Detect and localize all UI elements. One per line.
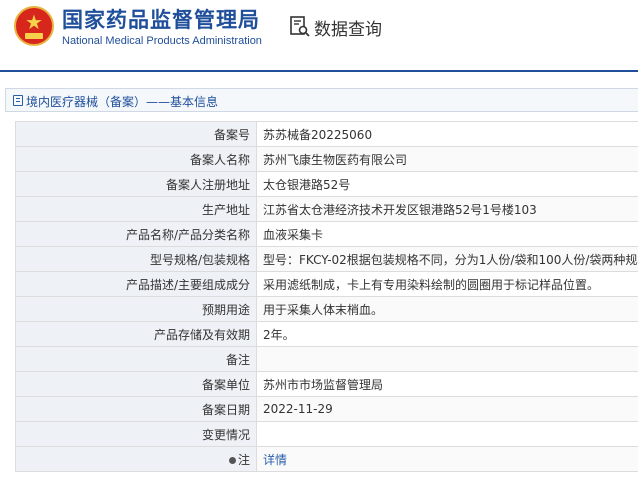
site-header: ★ 国家药品监督管理局 National Medical Products Ad… (0, 0, 638, 70)
row-label-filing-date: 备案日期 (15, 396, 257, 422)
table-row: 备案号 苏苏械备20225060 (15, 121, 638, 147)
table-row: 备案日期 2022-11-29 (15, 396, 638, 422)
row-label-production-address: 生产地址 (15, 196, 257, 222)
document-icon (13, 95, 23, 106)
table-row: 产品名称/产品分类名称 血液采集卡 (15, 221, 638, 247)
row-value-production-address: 江苏省太仓港经济技术开发区银港路52号1号楼103 (256, 196, 638, 222)
row-value-product-description: 采用滤纸制成，卡上有专用染料绘制的圆圈用于标记样品位置。 (256, 271, 638, 297)
breadcrumb-text: 境内医疗器械（备案）——基本信息 (26, 95, 219, 109)
row-label-model-spec: 型号规格/包装规格 (15, 246, 257, 272)
table-row: 产品存储及有效期 2年。 (15, 321, 638, 347)
row-value-filing-authority: 苏州市市场监督管理局 (256, 371, 638, 397)
row-label-registrant-address: 备案人注册地址 (15, 171, 257, 197)
row-label-storage-validity: 产品存储及有效期 (15, 321, 257, 347)
table-row: 注 详情 (15, 446, 638, 472)
row-value-registrant-address: 太仓银港路52号 (256, 171, 638, 197)
row-label-filing-authority: 备案单位 (15, 371, 257, 397)
pin-icon (228, 456, 236, 464)
row-label-product-name: 产品名称/产品分类名称 (15, 221, 257, 247)
row-value-product-name: 血液采集卡 (256, 221, 638, 247)
row-label-remarks: 备注 (15, 346, 257, 372)
table-row: 备注 (15, 346, 638, 372)
table-row: 生产地址 江苏省太仓港经济技术开发区银港路52号1号楼103 (15, 196, 638, 222)
row-value-storage-validity: 2年。 (256, 321, 638, 347)
national-emblem-icon: ★ (14, 6, 54, 46)
table-row: 备案人名称 苏州飞康生物医药有限公司 (15, 146, 638, 172)
page-function-title: 数据查询 (314, 20, 382, 40)
row-value-remarks (256, 346, 638, 372)
row-label-change-history: 变更情况 (15, 421, 257, 447)
header-divider (0, 70, 638, 72)
row-value-model-spec: 型号：FKCY-02根据包装规格不同，分为1人份/袋和100人份/袋两种规格。 (256, 246, 638, 272)
row-value-note: 详情 (256, 446, 638, 472)
row-label-registrant-name: 备案人名称 (15, 146, 257, 172)
row-value-registrant-name: 苏州飞康生物医药有限公司 (256, 146, 638, 172)
row-label-note: 注 (15, 446, 257, 472)
table-row: 型号规格/包装规格 型号：FKCY-02根据包装规格不同，分为1人份/袋和100… (15, 246, 638, 272)
table-row: 备案人注册地址 太仓银港路52号 (15, 171, 638, 197)
document-search-icon (290, 16, 310, 37)
details-link[interactable]: 详情 (263, 453, 287, 467)
row-value-intended-use: 用于采集人体末梢血。 (256, 296, 638, 322)
note-label-text: 注 (237, 452, 250, 467)
table-row: 变更情况 (15, 421, 638, 447)
row-value-change-history (256, 421, 638, 447)
row-label-record-number: 备案号 (15, 121, 257, 147)
row-label-intended-use: 预期用途 (15, 296, 257, 322)
org-name-en: National Medical Products Administration (62, 35, 262, 47)
org-name-cn: 国家药品监督管理局 (62, 8, 260, 32)
table-row: 备案单位 苏州市市场监督管理局 (15, 371, 638, 397)
table-row: 产品描述/主要组成成分 采用滤纸制成，卡上有专用染料绘制的圆圈用于标记样品位置。 (15, 271, 638, 297)
breadcrumb: 境内医疗器械（备案）——基本信息 (5, 88, 638, 112)
record-info-table: 备案号 苏苏械备20225060 备案人名称 苏州飞康生物医药有限公司 备案人注… (15, 121, 638, 472)
table-row: 预期用途 用于采集人体末梢血。 (15, 296, 638, 322)
row-value-record-number: 苏苏械备20225060 (256, 121, 638, 147)
row-label-product-description: 产品描述/主要组成成分 (15, 271, 257, 297)
row-value-filing-date: 2022-11-29 (256, 396, 638, 422)
